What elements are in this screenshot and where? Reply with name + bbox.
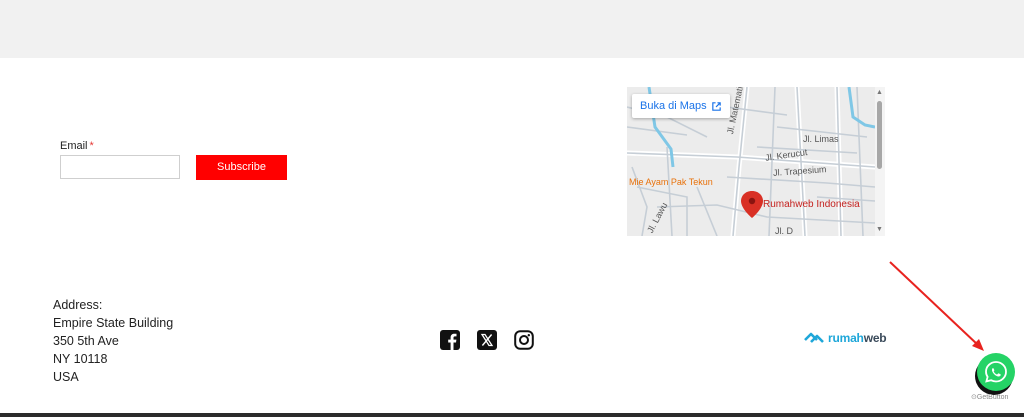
getbutton-credit[interactable]: ⊙GetButton <box>971 393 1008 401</box>
scroll-up-icon[interactable]: ▲ <box>876 89 883 97</box>
x-icon[interactable] <box>477 330 497 350</box>
instagram-icon[interactable] <box>514 330 534 350</box>
getbutton-label: GetButton <box>976 394 1009 401</box>
address-line: Address: <box>53 298 103 312</box>
map-pin-icon <box>741 191 763 218</box>
email-input[interactable] <box>60 155 180 179</box>
map-poi-label: Mie Ayam Pak Tekun <box>629 177 713 187</box>
address-line: Empire State Building <box>53 316 174 330</box>
subscribe-button[interactable]: Subscribe <box>196 155 287 180</box>
address-line: NY 10118 <box>53 352 108 366</box>
open-in-maps-label: Buka di Maps <box>640 100 707 112</box>
map-street-label: Jl. D <box>775 226 793 236</box>
email-label: Email * <box>60 140 94 152</box>
facebook-icon[interactable] <box>440 330 460 350</box>
external-link-icon <box>711 101 721 111</box>
required-mark: * <box>89 140 94 152</box>
address-line: 350 5th Ave <box>53 334 119 348</box>
whatsapp-chat-button[interactable] <box>973 352 1017 396</box>
bottom-bar <box>0 413 1024 417</box>
map-street-label: Jl. Limas <box>803 134 839 144</box>
brand-wordmark: rumahweb <box>828 331 887 345</box>
open-in-maps-link[interactable]: Buka di Maps <box>632 94 730 118</box>
rumahweb-logo-icon <box>804 332 824 343</box>
map-scrollbar[interactable]: ▲ ▼ <box>875 87 885 236</box>
brand-logo[interactable]: rumahweb <box>803 330 887 346</box>
address-line: USA <box>53 370 79 384</box>
scrollbar-thumb[interactable] <box>877 101 882 169</box>
scroll-down-icon[interactable]: ▼ <box>876 226 883 234</box>
top-banner-area <box>0 0 1024 58</box>
map-embed[interactable]: Buka di Maps Jl. Matematika Jl. Limas Jl… <box>627 87 875 236</box>
address-block: Address: Empire State Building 350 5th A… <box>53 296 173 386</box>
map-place-label: Rumahweb Indonesia <box>763 199 860 210</box>
